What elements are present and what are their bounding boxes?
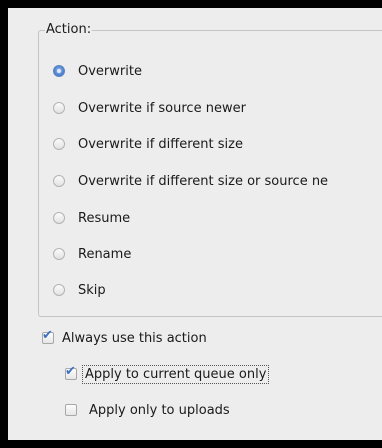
radio-label: Resume	[78, 210, 131, 226]
checkbox-checked[interactable]: ✔	[42, 328, 54, 344]
always-use-action-checkbox[interactable]: ✔ Always use this action	[42, 327, 207, 349]
radio-skip[interactable]: Skip	[53, 280, 106, 300]
radio-button[interactable]	[53, 212, 65, 224]
radio-resume[interactable]: Resume	[53, 208, 130, 228]
radio-overwrite-if-different-size[interactable]: Overwrite if different size	[53, 134, 243, 154]
checkbox-label: Always use this action	[62, 330, 207, 346]
apply-uploads-checkbox[interactable]: Apply only to uploads	[65, 399, 230, 421]
checkmark-icon: ✔	[65, 364, 76, 379]
radio-label: Overwrite if source newer	[78, 100, 246, 116]
checkbox-unchecked[interactable]	[65, 404, 77, 416]
radio-button[interactable]	[53, 138, 65, 150]
radio-button[interactable]	[53, 102, 65, 114]
radio-label: Skip	[78, 282, 106, 298]
checkmark-icon: ✔	[42, 328, 53, 343]
action-dialog: Action: Overwrite Overwrite if source ne…	[8, 8, 382, 440]
checkbox-checked[interactable]: ✔	[65, 364, 77, 380]
radio-label: Overwrite if different size	[78, 136, 243, 152]
radio-rename[interactable]: Rename	[53, 244, 131, 264]
radio-button-selected[interactable]	[53, 65, 65, 77]
radio-label: Overwrite if different size or source ne	[78, 173, 329, 189]
radio-button[interactable]	[53, 248, 65, 260]
radio-button[interactable]	[53, 284, 65, 296]
radio-overwrite-if-size-or-newer[interactable]: Overwrite if different size or source ne	[53, 171, 328, 191]
radio-label: Rename	[78, 246, 132, 262]
radio-button[interactable]	[53, 175, 65, 187]
apply-current-queue-checkbox[interactable]: ✔ Apply to current queue only	[65, 363, 270, 385]
checkbox-label-focused: Apply to current queue only	[82, 364, 270, 384]
radio-overwrite[interactable]: Overwrite	[53, 61, 142, 81]
action-group-title: Action:	[45, 22, 93, 38]
radio-overwrite-if-newer[interactable]: Overwrite if source newer	[53, 98, 246, 118]
checkbox-label: Apply only to uploads	[89, 402, 230, 418]
radio-label: Overwrite	[78, 63, 142, 79]
